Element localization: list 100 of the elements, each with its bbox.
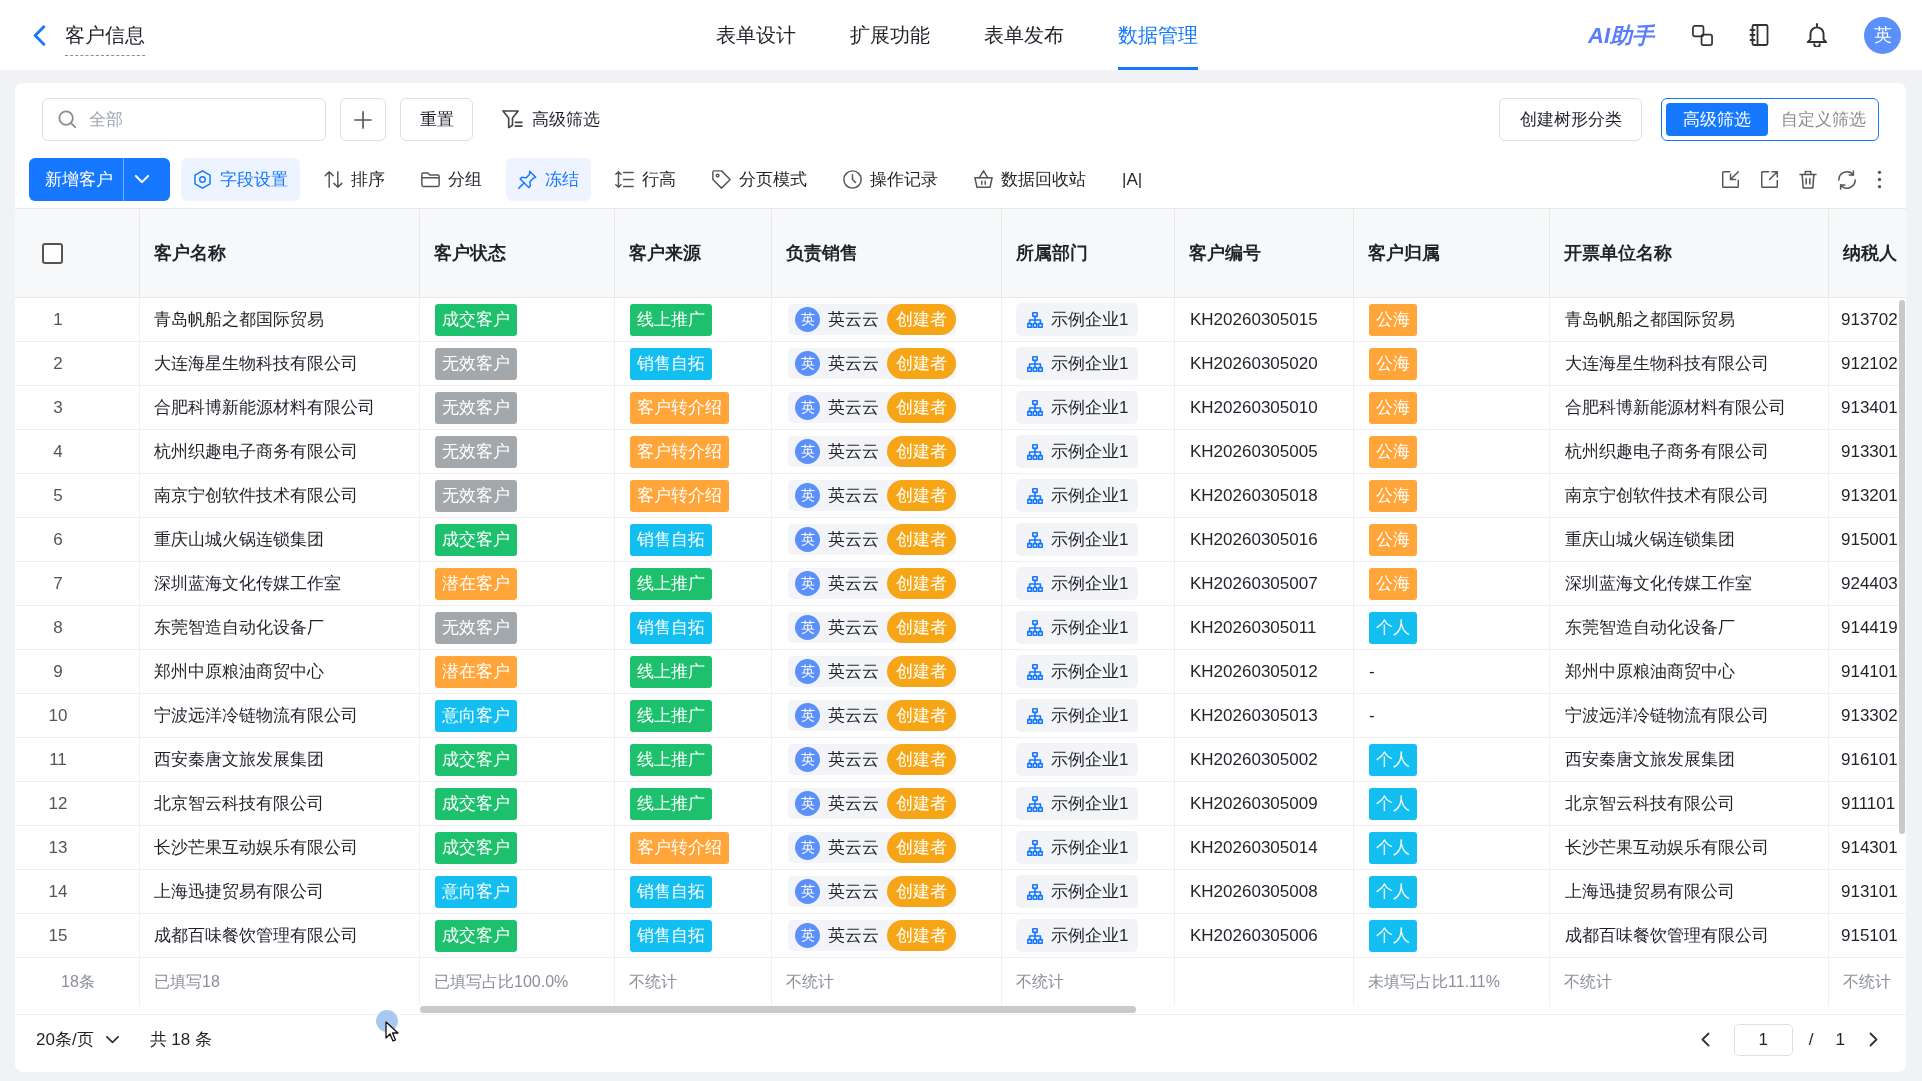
department-name: 示例企业1 [1051, 308, 1129, 331]
row-number: 5 [52, 484, 64, 507]
ownership-tag: 公海 [1369, 347, 1417, 380]
column-header: 所属部门 [1016, 241, 1088, 265]
table-cell: 青岛帆船之都国际贸易 [140, 298, 420, 341]
nav-tab[interactable]: 数据管理 [1118, 0, 1198, 70]
status-tag: 潜在客户 [435, 655, 517, 688]
toolbar-button[interactable]: 行高 [603, 158, 688, 201]
table-cell: 西安秦唐文旅发展集团 [1550, 738, 1829, 781]
org-chart-icon [1027, 575, 1043, 592]
user-avatar: 英 [795, 307, 820, 332]
toolbar-button[interactable]: 冻结 [506, 158, 591, 201]
role-badge: 创建者 [887, 656, 956, 687]
trash-icon[interactable] [1799, 169, 1817, 190]
assignee-name: 英云云 [828, 396, 879, 419]
toolbar-button[interactable]: 排序 [312, 158, 397, 201]
source-tag: 线上推广 [630, 303, 712, 336]
toolbar-button[interactable]: 分组 [409, 158, 494, 201]
empty-value: - [1369, 660, 1375, 683]
table-cell: KH20260305005 [1175, 430, 1354, 473]
nav-tab[interactable]: 表单设计 [716, 0, 796, 70]
ownership-tag: 个人 [1369, 831, 1417, 864]
advanced-filter-button[interactable]: 高级筛选 [502, 98, 600, 141]
import-icon[interactable] [1721, 170, 1740, 189]
assignee-name: 英云云 [828, 484, 879, 507]
org-chart-icon [1027, 839, 1043, 856]
ownership-tag: 公海 [1369, 567, 1417, 600]
department-name: 示例企业1 [1051, 528, 1129, 551]
toolbar-button[interactable]: 字段设置 [181, 158, 300, 201]
source-tag: 销售自拓 [630, 523, 712, 556]
bell-icon[interactable] [1806, 23, 1828, 47]
ownership-tag: 个人 [1369, 875, 1417, 908]
user-avatar: 英 [795, 703, 820, 728]
assignee-name: 英云云 [828, 880, 879, 903]
page-count: 1 [1835, 1028, 1845, 1051]
search-icon [58, 110, 76, 128]
summary-value: 已填写占比100.0% [434, 972, 569, 992]
assistant-logo[interactable]: AI助手 [1588, 18, 1654, 52]
table-cell: 宁波远洋冷链物流有限公司 [140, 694, 420, 737]
toolbar-button[interactable]: |A| [1110, 158, 1155, 201]
more-icon[interactable] [1877, 170, 1882, 189]
table-cell-text: 915001 [1840, 528, 1899, 551]
page-size-select[interactable]: 20条/页 [36, 1021, 119, 1058]
toolbar-button[interactable]: 数据回收站 [962, 158, 1098, 201]
summary-count: 18条 [61, 972, 95, 992]
department-name: 示例企业1 [1051, 924, 1129, 947]
table-cell-text: 924403 [1840, 572, 1899, 595]
filter-mode-tab[interactable]: 自定义筛选 [1772, 103, 1874, 136]
table-cell: 重庆山城火锅连锁集团 [140, 518, 420, 561]
notebook-icon[interactable] [1749, 24, 1770, 46]
table-cell: KH20260305009 [1175, 782, 1354, 825]
checkbox[interactable] [42, 242, 63, 264]
ownership-tag: 公海 [1369, 523, 1417, 556]
reset-button[interactable]: 重置 [400, 98, 473, 141]
search-field[interactable]: 全部 [42, 98, 326, 141]
row-number: 4 [52, 440, 64, 463]
next-page-icon[interactable] [1869, 1032, 1878, 1047]
table-cell: 重庆山城火锅连锁集团 [1550, 518, 1829, 561]
nav-tab[interactable]: 表单发布 [984, 0, 1064, 70]
status-tag: 无效客户 [435, 391, 517, 424]
total-count: 共 18 条 [149, 1028, 212, 1051]
table-cell-text: 913401 [1840, 396, 1899, 419]
caret-icon [105, 1035, 119, 1044]
column-header: 客户名称 [154, 241, 226, 265]
nav-tab[interactable]: 扩展功能 [850, 0, 930, 70]
add-customer-button[interactable]: 新增客户 [29, 158, 170, 201]
table-cell-text: 911101 [1840, 792, 1897, 815]
user-avatar: 英 [795, 483, 820, 508]
overlapping-squares-icon[interactable] [1692, 24, 1713, 46]
add-filter-button[interactable] [340, 98, 386, 141]
table-cell: 宁波远洋冷链物流有限公司 [1550, 694, 1829, 737]
back-icon[interactable] [33, 24, 46, 46]
ownership-tag: 公海 [1369, 391, 1417, 424]
role-badge: 创建者 [887, 480, 956, 511]
previous-page-icon[interactable] [1700, 1032, 1710, 1047]
ownership-tag: 个人 [1369, 787, 1417, 820]
table-cell: KH20260305016 [1175, 518, 1354, 561]
org-chart-icon [1027, 443, 1043, 460]
page-input[interactable]: 1 [1733, 1023, 1793, 1056]
org-chart-icon [1027, 663, 1043, 680]
horizontal-scrollbar[interactable] [420, 1006, 1136, 1013]
export-icon[interactable] [1760, 170, 1779, 189]
assignee-name: 英云云 [828, 704, 879, 727]
filter-mode-tab[interactable]: 高级筛选 [1666, 103, 1768, 136]
vertical-scrollbar[interactable] [1899, 300, 1905, 834]
status-tag: 无效客户 [435, 479, 517, 512]
assignee-name: 英云云 [828, 528, 879, 551]
column-header: 客户归属 [1368, 241, 1440, 265]
table-cell-text: 913301 [1840, 440, 1899, 463]
refresh-icon[interactable] [1837, 169, 1857, 190]
role-badge: 创建者 [887, 920, 956, 951]
table-cell: 郑州中原粮油商贸中心 [1550, 650, 1829, 693]
create-tree-button[interactable]: 创建树形分类 [1499, 98, 1642, 141]
toolbar-button[interactable]: 操作记录 [831, 158, 950, 201]
assignee-name: 英云云 [828, 748, 879, 771]
assignee-name: 英云云 [828, 440, 879, 463]
table-cell: 青岛帆船之都国际贸易 [1550, 298, 1829, 341]
ownership-tag: 公海 [1369, 435, 1417, 468]
toolbar-button[interactable]: 分页模式 [700, 158, 819, 201]
row-number: 15 [47, 924, 69, 947]
